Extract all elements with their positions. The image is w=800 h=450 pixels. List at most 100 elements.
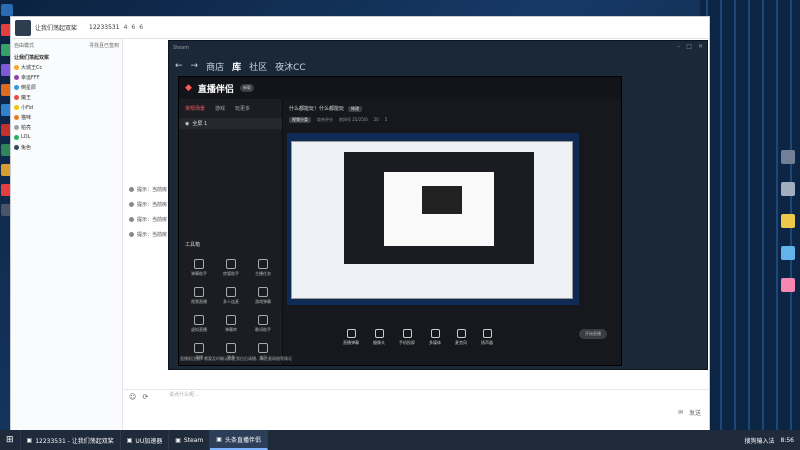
stream-control-bar: 直播弹幕 摄像头 手机投屏 多媒体 麦克风 扬声器 bbox=[283, 309, 621, 365]
tool-label: 弹幕助手 bbox=[191, 271, 207, 276]
nav-community[interactable]: 社区 bbox=[249, 60, 267, 73]
message-icon[interactable]: ✉ bbox=[678, 409, 683, 416]
maximize-icon[interactable]: □ bbox=[686, 43, 692, 50]
member-avatar bbox=[14, 104, 19, 110]
scene-tabs: 常规场景 游戏 玩更多 bbox=[179, 99, 282, 118]
clock[interactable]: 8:56 bbox=[781, 437, 794, 444]
taskbar-app[interactable]: ▣ Steam bbox=[169, 430, 211, 450]
member-item[interactable]: 大城王Cc bbox=[14, 62, 119, 72]
emoji-icon[interactable]: ☺ bbox=[129, 393, 136, 401]
stream-title[interactable]: 什么都能玩！什么都能玩 bbox=[289, 105, 344, 112]
desktop-icon-r3[interactable] bbox=[781, 214, 795, 228]
chat-input-placeholder[interactable]: 说点什么呢... bbox=[169, 391, 199, 398]
member-item[interactable]: 倒星辰 bbox=[14, 82, 119, 92]
tool-icon bbox=[194, 343, 204, 353]
send-bar: ✉ 发送 bbox=[678, 408, 701, 417]
member-item[interactable]: 魔王 bbox=[14, 92, 119, 102]
tab-common-scene[interactable]: 常规场景 bbox=[185, 105, 205, 112]
control-icon bbox=[456, 328, 466, 338]
preview-nested-app bbox=[344, 152, 534, 264]
start-button[interactable]: ⊞ bbox=[0, 430, 21, 450]
member-name: 小Fid bbox=[21, 104, 34, 111]
taskbar-app[interactable]: ▣ UU加速器 bbox=[121, 430, 170, 450]
control-item[interactable]: 摄像头 bbox=[373, 328, 385, 346]
desktop-icon-r5[interactable] bbox=[781, 278, 795, 292]
close-icon[interactable]: ✕ bbox=[698, 43, 703, 50]
control-item[interactable]: 手机投屏 bbox=[399, 328, 415, 346]
stream-title-row: 什么都能玩！什么都能玩 修改 bbox=[289, 105, 363, 112]
eye-icon[interactable]: ◉ bbox=[185, 121, 189, 127]
tab-more[interactable]: 玩更多 bbox=[235, 105, 250, 112]
forward-icon[interactable]: → bbox=[191, 61, 199, 71]
member-item[interactable]: 幸运FFF bbox=[14, 72, 119, 82]
stream-app-window: ◆ 直播伴侣 新版 常规场景 游戏 玩更多 ◉ 全屏 1 工具箱 弹幕助手 房管助… bbox=[178, 76, 622, 366]
mode-label[interactable]: 自由模式 bbox=[14, 42, 34, 52]
tool-item[interactable]: 歌词助手 bbox=[247, 315, 279, 333]
control-icon bbox=[402, 328, 412, 338]
tool-label: 房管助手 bbox=[223, 271, 239, 276]
tool-item[interactable]: 主播任务 bbox=[247, 259, 279, 277]
nav-store[interactable]: 商店 bbox=[206, 60, 224, 73]
group-number: 12233531 bbox=[89, 24, 120, 31]
tool-icon bbox=[226, 287, 236, 297]
member-name: 幸运FFF bbox=[21, 74, 40, 81]
back-icon[interactable]: ← bbox=[175, 61, 183, 71]
taskbar-app[interactable]: ▣ 12233531 - 让我们荡起双桨 bbox=[21, 430, 121, 450]
taskbar-apps: ▣ 12233531 - 让我们荡起双桨 ▣ UU加速器 ▣ Steam ▣ 头条直播伴侣 bbox=[21, 430, 268, 450]
desktop-icon-r2[interactable] bbox=[781, 182, 795, 196]
member-avatar bbox=[14, 74, 19, 80]
member-item[interactable]: 兔色 bbox=[14, 142, 119, 152]
member-panel-header: 自由模式 寻找且已签到 bbox=[14, 42, 119, 52]
steam-app-name[interactable]: Steam bbox=[173, 45, 189, 51]
tool-item[interactable]: 弹幕助手 bbox=[183, 259, 215, 277]
control-item[interactable]: 直播弹幕 bbox=[343, 328, 359, 346]
tool-item[interactable]: 虚拟直播 bbox=[183, 315, 215, 333]
rating-label: 综合评分 bbox=[317, 117, 333, 122]
control-item[interactable]: 扬声器 bbox=[481, 328, 493, 346]
category-tag[interactable]: 视频分类 bbox=[289, 117, 311, 123]
member-name: 魔王 bbox=[21, 94, 32, 101]
desktop-icon-r4[interactable] bbox=[781, 246, 795, 260]
member-avatar bbox=[14, 84, 19, 90]
ime-indicator[interactable]: 搜狗输入法 bbox=[745, 436, 775, 445]
member-avatar bbox=[14, 94, 19, 100]
control-item[interactable]: 多媒体 bbox=[429, 328, 441, 346]
minimize-icon[interactable]: – bbox=[677, 43, 680, 50]
tool-item[interactable]: 弹幕库 bbox=[215, 315, 247, 333]
tool-item[interactable]: 房管助手 bbox=[215, 259, 247, 277]
member-item[interactable]: LOL bbox=[14, 132, 119, 142]
tab-game[interactable]: 游戏 bbox=[215, 105, 225, 112]
member-name: 柏亮 bbox=[21, 124, 32, 131]
tool-item[interactable]: 多人连麦 bbox=[215, 287, 247, 305]
preview-nested-window bbox=[384, 172, 494, 246]
tool-item[interactable]: 游戏弹幕 bbox=[247, 287, 279, 305]
member-item[interactable]: 小Fid bbox=[14, 102, 119, 112]
start-stream-button[interactable]: 开始直播 bbox=[579, 329, 607, 339]
nav-library[interactable]: 库 bbox=[232, 60, 241, 73]
qq-title-bar: 让我们荡起双桨 12233531 4 6 6 bbox=[11, 17, 709, 39]
member-item[interactable]: 柏亮 bbox=[14, 122, 119, 132]
send-button[interactable]: 发送 bbox=[689, 408, 701, 417]
tool-label: 游戏弹幕 bbox=[255, 299, 271, 304]
desktop-icon-1[interactable] bbox=[1, 4, 13, 16]
member-count-icon: 4 bbox=[123, 24, 128, 31]
tool-icon bbox=[226, 343, 236, 353]
tool-item[interactable]: 视频直播 bbox=[183, 287, 215, 305]
control-icon bbox=[482, 328, 492, 338]
taskbar-app[interactable]: ▣ 头条直播伴侣 bbox=[210, 430, 268, 450]
info-icon bbox=[129, 217, 134, 222]
control-item[interactable]: 麦克风 bbox=[455, 328, 467, 346]
scene-item[interactable]: ◉ 全屏 1 bbox=[179, 118, 282, 129]
edit-title-tag[interactable]: 修改 bbox=[348, 105, 363, 112]
desktop-icon-r1[interactable] bbox=[781, 150, 795, 164]
info-icon bbox=[129, 232, 134, 237]
tool-icon bbox=[258, 259, 268, 269]
tool-icon bbox=[258, 287, 268, 297]
control-label: 直播弹幕 bbox=[343, 339, 359, 345]
tool-label: 虚拟直播 bbox=[191, 327, 207, 332]
tool-label: 歌词助手 bbox=[255, 327, 271, 332]
history-icon[interactable]: ⟳ bbox=[142, 393, 148, 401]
member-item[interactable]: 猫咪 bbox=[14, 112, 119, 122]
nav-profile[interactable]: 夜沐CC bbox=[275, 60, 306, 73]
stream-tip: 直播前注意，需要及时确认分区到位后请播、请注意网络等情况 bbox=[180, 356, 292, 361]
